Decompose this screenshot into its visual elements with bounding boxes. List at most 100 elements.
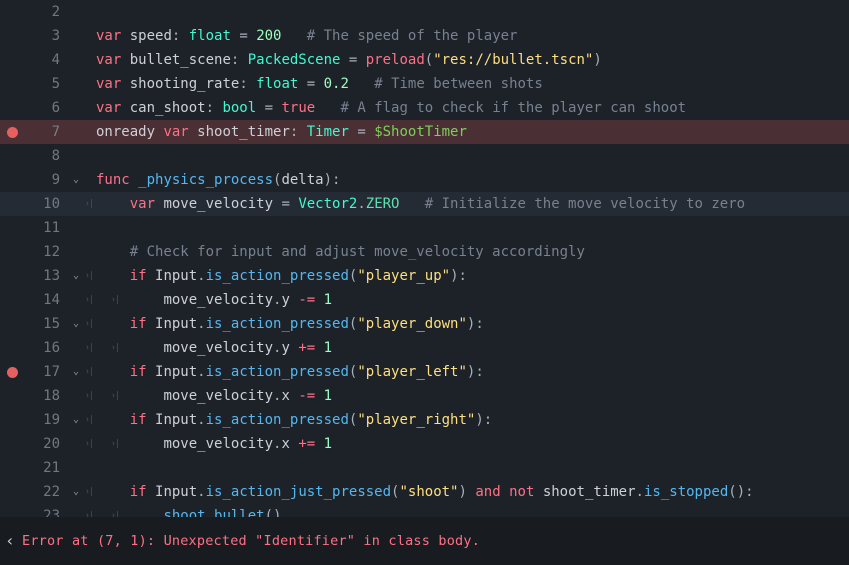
code-line[interactable]: 23 ›|›| shoot_bullet() [0, 504, 849, 517]
fold-gutter[interactable]: ⌄ [68, 168, 84, 192]
line-number: 11 [24, 216, 68, 240]
code-line[interactable]: 21 [0, 456, 849, 480]
code-text[interactable]: var move_velocity = Vector2.ZERO # Initi… [96, 192, 771, 216]
indent-guide-icon: ›| [85, 296, 93, 305]
code-text[interactable]: if Input.is_action_just_pressed("shoot")… [96, 480, 771, 504]
code-text[interactable]: if Input.is_action_pressed("player_up"): [96, 264, 771, 288]
code-line[interactable]: 20 ›|›| move_velocity.x += 1 [0, 432, 849, 456]
code-line[interactable]: 3 var speed: float = 200 # The speed of … [0, 24, 849, 48]
indent-guide-icon: ›| [85, 200, 93, 209]
code-line[interactable]: 17 ⌄ ›| if Input.is_action_pressed("play… [0, 360, 849, 384]
line-number: 14 [24, 288, 68, 312]
line-number: 9 [24, 168, 68, 192]
fold-toggle-icon[interactable]: ⌄ [73, 360, 79, 384]
code-text[interactable]: move_velocity.x -= 1 [96, 384, 771, 408]
indent-guide-icon: ›| [85, 272, 93, 281]
line-number: 20 [24, 432, 68, 456]
breakpoint-icon [7, 367, 18, 378]
fold-toggle-icon[interactable]: ⌄ [73, 408, 79, 432]
code-text[interactable]: move_velocity.y -= 1 [96, 288, 771, 312]
line-number: 13 [24, 264, 68, 288]
code-line[interactable]: 19 ⌄ ›| if Input.is_action_pressed("play… [0, 408, 849, 432]
line-number: 15 [24, 312, 68, 336]
line-number: 10 [24, 192, 68, 216]
line-number: 12 [24, 240, 68, 264]
line-number: 7 [24, 120, 68, 144]
code-text[interactable]: if Input.is_action_pressed("player_left"… [96, 360, 771, 384]
fold-gutter[interactable]: ⌄ [68, 312, 84, 336]
indent-guide-icon: ›| [111, 392, 119, 401]
line-number: 5 [24, 72, 68, 96]
breakpoint-gutter[interactable] [0, 127, 24, 138]
indent-guide-icon: ›| [85, 320, 93, 329]
error-bar[interactable]: ‹ Error at (7, 1): Unexpected "Identifie… [0, 517, 849, 565]
indent-hints: ›|›| [84, 296, 96, 305]
code-line-current[interactable]: 10 ›| var move_velocity = Vector2.ZERO #… [0, 192, 849, 216]
code-line[interactable]: 11 [0, 216, 849, 240]
indent-guide-icon: ›| [85, 440, 93, 449]
indent-hints: ›| [84, 416, 96, 425]
code-line[interactable]: 6 var can_shoot: bool = true # A flag to… [0, 96, 849, 120]
line-number: 22 [24, 480, 68, 504]
code-line[interactable]: 13 ⌄ ›| if Input.is_action_pressed("play… [0, 264, 849, 288]
fold-toggle-icon[interactable]: ⌄ [73, 264, 79, 288]
code-line[interactable]: 15 ⌄ ›| if Input.is_action_pressed("play… [0, 312, 849, 336]
code-text[interactable]: shoot_bullet() [96, 504, 771, 517]
fold-toggle-icon[interactable]: ⌄ [73, 168, 79, 192]
code-line-error[interactable]: 7 onready var shoot_timer: Timer = $Shoo… [0, 120, 849, 144]
code-editor[interactable]: 2 3 var speed: float = 200 # The speed o… [0, 0, 849, 517]
error-back-icon[interactable]: ‹ [0, 529, 20, 553]
indent-guide-icon: ›| [85, 368, 93, 377]
code-line[interactable]: 5 var shooting_rate: float = 0.2 # Time … [0, 72, 849, 96]
line-number: 4 [24, 48, 68, 72]
code-line[interactable]: 9 ⌄ func _physics_process(delta): [0, 168, 849, 192]
code-line[interactable]: 14 ›|›| move_velocity.y -= 1 [0, 288, 849, 312]
code-text[interactable]: move_velocity.y += 1 [96, 336, 771, 360]
indent-guide-icon: ›| [85, 416, 93, 425]
breakpoint-gutter[interactable] [0, 367, 24, 378]
line-number: 6 [24, 96, 68, 120]
code-text[interactable]: onready var shoot_timer: Timer = $ShootT… [96, 120, 771, 144]
indent-hints: ›| [84, 320, 96, 329]
code-text[interactable]: func _physics_process(delta): [96, 168, 771, 192]
indent-hints: ›| [84, 200, 96, 209]
code-text[interactable]: if Input.is_action_pressed("player_down"… [96, 312, 771, 336]
code-line[interactable]: 8 [0, 144, 849, 168]
fold-gutter[interactable]: ⌄ [68, 480, 84, 504]
line-number: 16 [24, 336, 68, 360]
indent-guide-icon: ›| [85, 392, 93, 401]
indent-guide-icon: ›| [85, 344, 93, 353]
fold-gutter[interactable]: ⌄ [68, 408, 84, 432]
code-text[interactable]: var speed: float = 200 # The speed of th… [96, 24, 771, 48]
indent-hints: ›|›| [84, 392, 96, 401]
code-text[interactable]: var bullet_scene: PackedScene = preload(… [96, 48, 771, 72]
line-number: 18 [24, 384, 68, 408]
code-line[interactable]: 18 ›|›| move_velocity.x -= 1 [0, 384, 849, 408]
indent-hints: ›|›| [84, 344, 96, 353]
code-line[interactable]: 12 # Check for input and adjust move_vel… [0, 240, 849, 264]
code-line[interactable]: 2 [0, 0, 849, 24]
fold-toggle-icon[interactable]: ⌄ [73, 312, 79, 336]
indent-guide-icon: ›| [111, 344, 119, 353]
code-text[interactable]: var shooting_rate: float = 0.2 # Time be… [96, 72, 771, 96]
error-message: Error at (7, 1): Unexpected "Identifier"… [20, 529, 480, 553]
code-line[interactable]: 16 ›|›| move_velocity.y += 1 [0, 336, 849, 360]
fold-gutter[interactable]: ⌄ [68, 264, 84, 288]
code-text[interactable]: if Input.is_action_pressed("player_right… [96, 408, 771, 432]
line-number: 8 [24, 144, 68, 168]
code-line[interactable]: 4 var bullet_scene: PackedScene = preloa… [0, 48, 849, 72]
code-text[interactable]: # Check for input and adjust move_veloci… [96, 240, 771, 264]
line-number: 3 [24, 24, 68, 48]
indent-hints: ›| [84, 488, 96, 497]
code-line[interactable]: 22 ⌄ ›| if Input.is_action_just_pressed(… [0, 480, 849, 504]
fold-toggle-icon[interactable]: ⌄ [73, 480, 79, 504]
line-number: 19 [24, 408, 68, 432]
code-text[interactable]: move_velocity.x += 1 [96, 432, 771, 456]
indent-guide-icon: ›| [85, 488, 93, 497]
fold-gutter[interactable]: ⌄ [68, 360, 84, 384]
code-text[interactable]: var can_shoot: bool = true # A flag to c… [96, 96, 771, 120]
indent-hints: ›|›| [84, 440, 96, 449]
breakpoint-icon [7, 127, 18, 138]
indent-guide-icon: ›| [111, 296, 119, 305]
indent-hints: ›| [84, 368, 96, 377]
